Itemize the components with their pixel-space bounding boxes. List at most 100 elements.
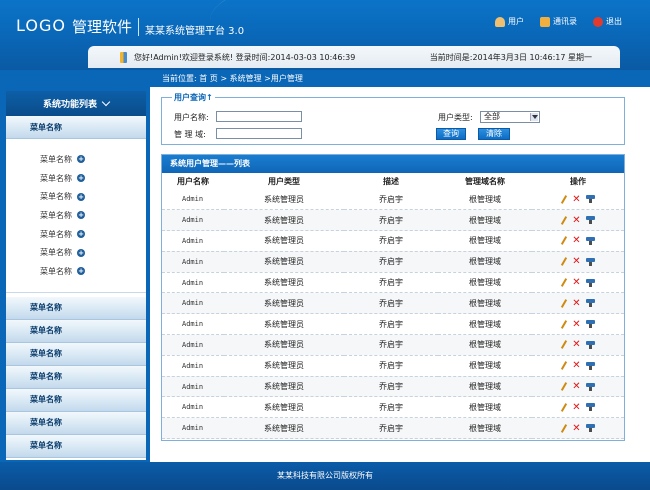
permission-icon[interactable] [585,382,595,391]
delete-icon[interactable]: ✕ [572,319,580,329]
user-link[interactable]: 用户 [495,16,524,27]
delete-icon[interactable]: ✕ [572,382,580,392]
app-subtitle: 某某系统管理平台 3.0 [145,26,245,37]
submenu-item[interactable]: 菜单名称 + [40,169,146,188]
permission-icon[interactable] [585,403,595,412]
edit-icon[interactable] [561,278,567,287]
cell-actions: ✕ [532,376,624,398]
submenu-item[interactable]: 菜单名称 + [40,187,146,206]
submenu-list: 菜单名称 + 菜单名称 + 菜单名称 + 菜单名称 + 菜单名称 + 菜单名称 + 菜单名称… [6,139,146,292]
delete-icon[interactable]: ✕ [572,194,580,204]
plus-icon: + [77,155,85,164]
cell-user-type: 系统管理员 [224,272,344,294]
cell-domain: 根管理域 [438,230,532,252]
edit-icon[interactable] [561,382,567,391]
app-title: 管理软件 [72,18,133,36]
permission-icon[interactable] [585,361,595,370]
username-label: 用户名称: [174,113,209,122]
cell-domain: 根管理域 [438,209,532,232]
menu-header-5[interactable]: 菜单名称 [6,365,146,389]
table-row: Admin 系统管理员 乔启宇 根管理域 ✕ [162,292,624,315]
delete-icon[interactable]: ✕ [572,236,580,246]
delete-icon[interactable]: ✕ [572,361,580,371]
edit-icon[interactable] [561,340,567,349]
cell-domain: 根管理域 [438,272,532,294]
search-button[interactable]: 查询 [436,128,466,140]
submenu-item[interactable]: 菜单名称 + [40,243,146,262]
delete-icon[interactable]: ✕ [572,257,580,267]
menu-header-1[interactable]: 菜单名称 [6,116,146,139]
sidebar-title[interactable]: 系统功能列表 [6,91,146,116]
menu-header-7[interactable]: 菜单名称 [6,411,146,435]
cell-user-type: 系统管理员 [224,189,344,211]
chevron-down-icon [101,97,111,106]
cell-user-type: 系统管理员 [224,209,344,232]
permission-icon[interactable] [585,216,595,225]
user-type-select[interactable]: 全部 [480,111,540,123]
permission-icon[interactable] [585,278,595,287]
menu-header-2[interactable]: 菜单名称 [6,296,146,320]
submenu-item[interactable]: 菜单名称 + [40,206,146,225]
cell-username: Admin [162,396,224,419]
cell-username: Admin [162,189,224,211]
permission-icon[interactable] [585,257,595,266]
edit-icon[interactable] [561,236,567,245]
username-input[interactable] [216,111,302,122]
permission-icon[interactable] [585,195,595,204]
plus-icon: + [77,267,85,276]
permission-icon[interactable] [585,299,595,308]
col-description: 描述 [344,173,438,189]
edit-icon[interactable] [561,403,567,412]
permission-icon[interactable] [585,424,595,433]
cell-actions: ✕ [532,230,624,252]
cell-username: Admin [162,272,224,294]
menu-header-6[interactable]: 菜单名称 [6,388,146,412]
cell-domain: 根管理域 [438,189,532,211]
delete-icon[interactable]: ✕ [572,215,580,225]
cell-user-type: 系统管理员 [224,313,344,336]
cell-user-type: 系统管理员 [224,230,344,252]
domain-input[interactable] [216,128,302,139]
contacts-link-label: 通讯录 [553,17,577,26]
cell-username: Admin [162,417,224,440]
sidebar: 系统功能列表 菜单名称 菜单名称 + 菜单名称 + 菜单名称 + 菜单名称 + 菜单名称… [0,87,150,462]
cell-description: 乔启宇 [344,376,438,398]
delete-icon[interactable]: ✕ [572,402,580,412]
cell-domain: 根管理域 [438,251,532,273]
permission-icon[interactable] [585,320,595,329]
edit-icon[interactable] [561,320,567,329]
user-list-panel: 系统用户管理——列表 用户名称 用户类型 描述 管理域名称 操作 Admin 系统… [161,154,625,441]
edit-icon[interactable] [561,257,567,266]
menu-header-3[interactable]: 菜单名称 [6,319,146,343]
edit-icon[interactable] [561,195,567,204]
submenu-item[interactable]: 菜单名称 + [40,150,146,169]
submenu-item[interactable]: 菜单名称 + [40,262,146,281]
edit-icon[interactable] [561,216,567,225]
delete-icon[interactable]: ✕ [572,278,580,288]
table-row: Admin 系统管理员 乔启宇 根管理域 ✕ [162,417,624,440]
breadcrumb-bar: 当前位置: 首 页 > 系统管理 >用户管理 [0,70,650,87]
submenu-item[interactable]: 菜单名称 + [40,225,146,244]
cell-username: Admin [162,230,224,252]
table-row: Admin 系统管理员 乔启宇 根管理域 ✕ [162,189,624,211]
edit-icon[interactable] [561,299,567,308]
permission-icon[interactable] [585,340,595,349]
table-row: Admin 系统管理员 乔启宇 根管理域 ✕ [162,313,624,336]
table-row: Admin 系统管理员 乔启宇 根管理域 ✕ [162,334,624,356]
permission-icon[interactable] [585,236,595,245]
user-icon [495,16,505,27]
menu-header-4[interactable]: 菜单名称 [6,342,146,366]
clear-button[interactable]: 清除 [478,128,510,140]
delete-icon[interactable]: ✕ [572,298,580,308]
main-content: 用户查询↑ 用户名称: 管 理 域: 用户类型: 全部 查询 清除 系统用户管理… [150,87,650,462]
edit-icon[interactable] [561,361,567,370]
cell-domain: 根管理域 [438,417,532,440]
contacts-link[interactable]: 通讯录 [540,16,577,27]
logout-link[interactable]: 退出 [593,16,622,27]
delete-icon[interactable]: ✕ [572,423,580,433]
edit-icon[interactable] [561,424,567,433]
delete-icon[interactable]: ✕ [572,340,580,350]
cell-username: Admin [162,376,224,398]
menu-header-8[interactable]: 菜单名称 [6,434,146,458]
cell-actions: ✕ [532,334,624,356]
